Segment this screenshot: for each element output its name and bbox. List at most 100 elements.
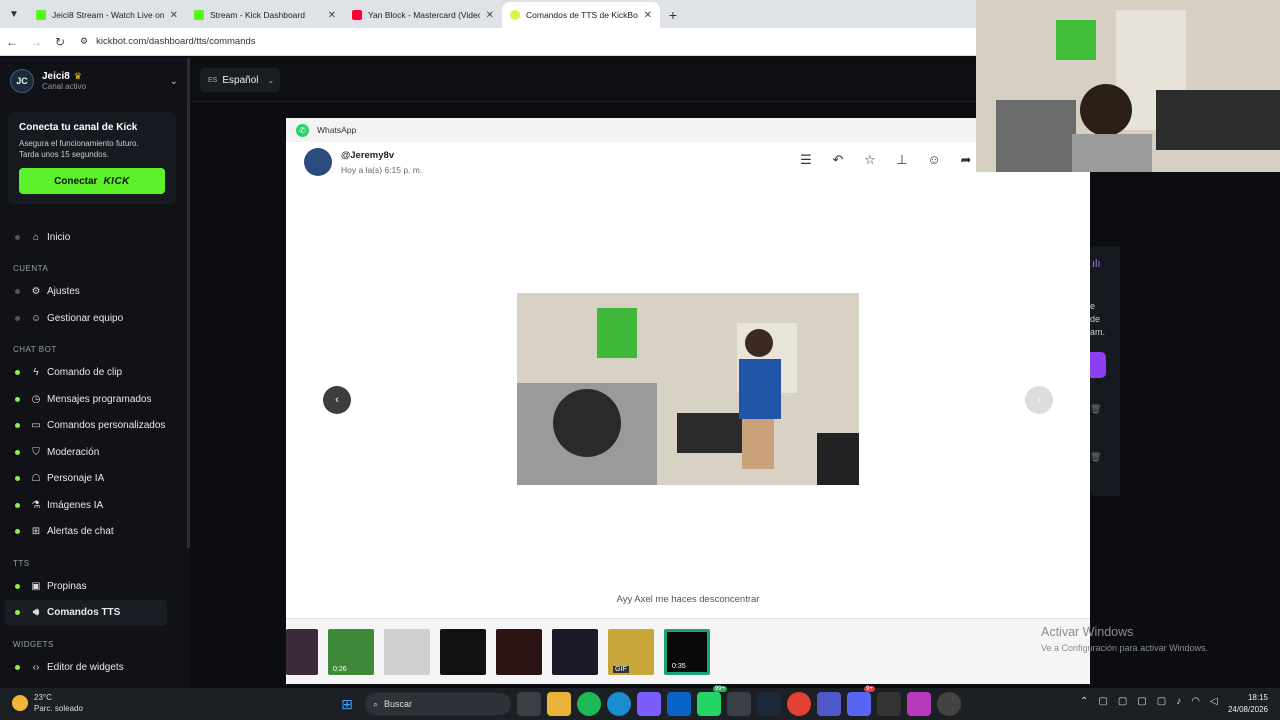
tab-list-menu-button[interactable]: ▼: [0, 0, 28, 28]
sidebar-item-alertas-de-chat[interactable]: ⊞ Alertas de chat: [0, 519, 190, 546]
sender-name[interactable]: @Jeremy8v: [341, 150, 422, 161]
media-thumbnail[interactable]: [440, 629, 486, 675]
task-view-icon[interactable]: [517, 692, 541, 716]
sidebar-item-comando-de-clip[interactable]: ϟ Comando de clip: [0, 360, 190, 387]
forward-arrow-icon[interactable]: →: [24, 35, 48, 49]
file-explorer-icon[interactable]: [547, 692, 571, 716]
tray-icon[interactable]: ▢: [1157, 696, 1166, 707]
emoji-icon[interactable]: ☺: [926, 152, 942, 168]
media-thumbnail[interactable]: [286, 629, 318, 675]
sidebar-item-comandos-tts[interactable]: 🔊︎ Comandos TTS: [5, 599, 167, 626]
close-icon[interactable]: ✕: [170, 10, 178, 21]
media-thumbnail-selected[interactable]: 0:35: [664, 629, 710, 675]
media-thumbnail[interactable]: 0:26: [328, 629, 374, 675]
purple-button[interactable]: [1090, 352, 1106, 378]
sidebar-item-label: Inicio: [47, 231, 71, 243]
previous-arrow-button[interactable]: ‹: [323, 386, 351, 414]
sidebar-item-ajustes[interactable]: ⚙ Ajustes: [0, 279, 190, 306]
sidebar-item-comandos-personalizados[interactable]: ▭ Comandos personalizados: [0, 413, 190, 440]
forward-icon[interactable]: ➦: [958, 152, 974, 168]
card-title: Conecta tu canal de Kick: [19, 122, 138, 133]
media-image[interactable]: [517, 293, 859, 485]
media-thumbnail[interactable]: [552, 629, 598, 675]
copilot-icon[interactable]: [637, 692, 661, 716]
robot-icon: ☖: [31, 473, 41, 485]
sender-avatar[interactable]: [304, 148, 332, 176]
spotify-icon[interactable]: [577, 692, 601, 716]
close-icon[interactable]: ✕: [486, 10, 494, 21]
sidebar-item-propinas[interactable]: ▣ Propinas: [0, 573, 190, 600]
media-thumbnail[interactable]: [384, 629, 430, 675]
go-to-message-icon[interactable]: ☰: [798, 152, 814, 168]
browser-tab-3[interactable]: Yan Block - Mastercard (Video Oficial) ✕: [344, 2, 502, 28]
url-text: kickbot.com/dashboard/tts/commands: [96, 36, 256, 47]
sidebar-item-inicio[interactable]: ⌂ Inicio: [0, 224, 190, 251]
viewer-toolbar: ☰ ↶ ☆ ⊥ ☺ ➦: [798, 152, 974, 168]
speaker-icon: 🔊︎: [32, 607, 40, 619]
webcam-overlay: [976, 0, 1280, 172]
close-icon[interactable]: ✕: [328, 10, 336, 21]
app-icon[interactable]: [877, 692, 901, 716]
weather-widget[interactable]: 23°C Parc. soleado: [12, 692, 83, 714]
chrome-icon[interactable]: [787, 692, 811, 716]
tray-icon[interactable]: ▢: [1098, 696, 1107, 707]
volume-icon[interactable]: ◁: [1210, 696, 1218, 707]
connect-kick-button[interactable]: Conectar KICK: [19, 168, 165, 194]
sidebar-item-editor-de-widgets[interactable]: ‹› Editor de widgets: [0, 654, 190, 681]
kick-logo: KICK: [103, 175, 130, 187]
site-info-icon[interactable]: ⚙: [80, 36, 88, 47]
microphone-icon[interactable]: ♪: [1176, 696, 1181, 707]
start-windows-icon[interactable]: ⊞: [335, 692, 359, 716]
browser-tab-4[interactable]: Comandos de TTS de KickBot ✕: [502, 2, 660, 28]
sidebar-item-gestionar-equipo[interactable]: ☺ Gestionar equipo: [0, 305, 190, 332]
back-arrow-icon[interactable]: ←: [0, 35, 24, 49]
sidebar-item-label: Imágenes IA: [47, 499, 104, 511]
clock-time: 18:15: [1247, 693, 1268, 702]
media-thumbnail[interactable]: [496, 629, 542, 675]
store-icon[interactable]: [727, 692, 751, 716]
channel-status: Canal activo: [42, 82, 87, 91]
whatsapp-media-viewer: ✆ WhatsApp @Jeremy8v Hoy a la(s) 6:15 p.…: [286, 118, 1090, 684]
app-icon[interactable]: [937, 692, 961, 716]
new-tab-button[interactable]: +: [660, 2, 686, 28]
taskbar-apps: ⊞ ⌕ Buscar 99+ 9+: [335, 686, 961, 716]
sidebar-item-personaje-ia[interactable]: ☖ Personaje IA: [0, 466, 190, 493]
channel-switcher[interactable]: JC Jeici8 ♛ Canal activo ⌄: [0, 58, 190, 104]
message-header: @Jeremy8v Hoy a la(s) 6:15 p. m. ☰ ↶ ☆ ⊥…: [286, 142, 1090, 182]
sidebar-item-imagenes-ia[interactable]: ⚗ Imágenes IA: [0, 492, 190, 519]
browser-tab-2[interactable]: Stream - Kick Dashboard ✕: [186, 2, 344, 28]
star-icon[interactable]: ☆: [862, 152, 878, 168]
media-thumbnail[interactable]: GIF: [608, 629, 654, 675]
steam-icon[interactable]: [757, 692, 781, 716]
thumbnail-duration: GIF: [613, 666, 629, 673]
taskbar-clock[interactable]: 18:15 24/08/2026: [1222, 692, 1268, 716]
next-arrow-button[interactable]: ›: [1025, 386, 1053, 414]
tab-title: Comandos de TTS de KickBot: [526, 10, 638, 20]
team-icon: ☺: [30, 312, 42, 324]
discord-icon[interactable]: 9+: [847, 686, 875, 716]
language-select[interactable]: ES Español ⌄: [200, 68, 280, 92]
close-icon[interactable]: ✕: [644, 10, 652, 21]
outlook-icon[interactable]: [667, 692, 691, 716]
teams-icon[interactable]: [817, 692, 841, 716]
chevron-up-icon[interactable]: ⌃: [1080, 696, 1088, 707]
app-icon[interactable]: [907, 692, 931, 716]
reload-icon[interactable]: ↻: [48, 35, 72, 49]
wifi-icon[interactable]: ◠: [1191, 696, 1200, 707]
tray-icon[interactable]: ▢: [1118, 696, 1127, 707]
tray-icon[interactable]: ▢: [1137, 696, 1146, 707]
pin-icon[interactable]: ⊥: [894, 152, 910, 168]
sidebar-item-moderacion[interactable]: ⛉ Moderación: [0, 439, 190, 466]
trash-icon[interactable]: 🗑︎: [1090, 452, 1101, 463]
url-field[interactable]: ⚙ kickbot.com/dashboard/tts/commands: [80, 36, 256, 47]
edge-icon[interactable]: [607, 692, 631, 716]
taskbar-search[interactable]: ⌕ Buscar: [365, 693, 511, 715]
sidebar-item-label: Personaje IA: [47, 473, 105, 485]
browser-tab-1[interactable]: Jeici8 Stream - Watch Live on Kick ✕: [28, 2, 186, 28]
sidebar-item-mensajes-programados[interactable]: ◷ Mensajes programados: [0, 386, 190, 413]
tab-title: Stream - Kick Dashboard: [210, 10, 305, 20]
reply-icon[interactable]: ↶: [830, 152, 846, 168]
trash-icon[interactable]: 🗑︎: [1090, 404, 1101, 415]
status-dot: [15, 664, 20, 670]
whatsapp-icon[interactable]: 99+: [697, 686, 727, 716]
